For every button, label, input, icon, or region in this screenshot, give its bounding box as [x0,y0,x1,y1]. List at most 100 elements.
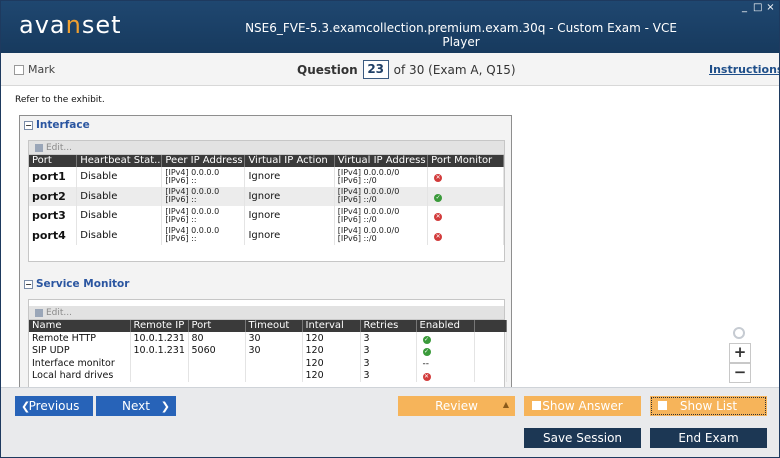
table-row[interactable]: port4 Disable [IPv4] 0.0.0.0 [IPv6] :: Ig… [29,225,504,245]
previous-button[interactable]: ❮ Previous [15,396,93,416]
table-row[interactable]: Local hard drives 120 3 ✕ [29,369,507,382]
question-info: Question 23 of 30 (Exam A, Q15) [297,60,516,79]
vip-ipv6: [IPv6] ::/0 [337,234,377,244]
mark-checkbox-box[interactable] [14,64,24,75]
column-header[interactable]: Remote IP [130,320,189,332]
column-header[interactable]: Heartbeat Stat... [76,155,163,167]
next-button[interactable]: Next ❯ [96,396,176,416]
maximize-icon[interactable]: □ [753,3,762,13]
service-timeout [245,357,303,370]
disabled-icon: ✕ [434,213,443,222]
service-monitor-edit-button[interactable]: Edit... [29,306,504,320]
column-header[interactable]: Virtual IP Address [334,155,429,167]
blank-cell [474,357,507,370]
question-content: Refer to the exhibit. − Interface Edit..… [1,87,779,393]
review-button[interactable]: Review ▲ [398,396,515,416]
column-header[interactable]: Port [188,320,246,332]
collapse-icon[interactable]: − [24,279,33,289]
vip-action: Ignore [244,167,335,187]
peer-ipv6: [IPv6] :: [165,214,197,224]
zoom-out-button[interactable]: − [729,363,751,383]
port-monitor: ✓ [427,186,504,206]
service-port: 80 [188,332,246,345]
port-name: port1 [29,167,78,187]
question-number-input[interactable]: 23 [362,60,389,79]
vip-action: Ignore [244,186,335,206]
port-monitor: ✕ [427,206,504,226]
interface-panel: Edit... Port Heartbeat Stat... Peer IP A… [28,140,505,262]
column-header[interactable]: Name [29,320,131,332]
show-answer-checkbox[interactable] [532,401,541,410]
edit-icon [35,308,43,317]
column-header[interactable]: Port [29,155,78,167]
service-interval: 120 [302,344,361,357]
end-exam-button[interactable]: End Exam [650,428,767,448]
magnifier-icon [733,327,745,339]
service-interval: 120 [302,357,361,370]
table-row[interactable]: Interface monitor 120 3 -- [29,357,507,370]
peer-ipv6: [IPv6] :: [165,195,197,205]
show-list-button[interactable]: Show List [650,396,767,416]
next-label: Next [122,399,150,413]
column-header-blank [474,320,507,332]
enabled-dash: -- [422,358,430,369]
column-header[interactable]: Timeout [245,320,303,332]
save-session-button[interactable]: Save Session [524,428,641,448]
show-list-checkbox[interactable] [658,401,667,410]
service-name: Local hard drives [29,369,131,382]
table-row[interactable]: SIP UDP 10.0.1.231 5060 30 120 3 ✓ [29,344,507,357]
close-icon[interactable]: × [766,3,775,13]
column-header[interactable]: Virtual IP Action [244,155,335,167]
blank-cell [474,332,507,345]
triangle-up-icon: ▲ [502,400,509,409]
interface-edit-button[interactable]: Edit... [29,141,504,155]
heartbeat-status: Disable [76,225,163,245]
column-header[interactable]: Port Monitor [427,155,504,167]
logo-part-3: set [81,11,122,39]
table-row[interactable]: Remote HTTP 10.0.1.231 80 30 120 3 ✓ [29,332,507,345]
disabled-icon: ✕ [422,373,431,382]
heartbeat-status: Disable [76,167,163,187]
service-name: Remote HTTP [29,332,131,345]
question-suffix: of 30 (Exam A, Q15) [393,62,516,77]
column-header[interactable]: Enabled [416,320,475,332]
interface-section-header[interactable]: − Interface [24,119,90,131]
minimize-icon[interactable]: _ [740,3,749,13]
instructions-link[interactable]: Instructions [709,63,779,76]
heartbeat-status: Disable [76,186,163,206]
interface-edit-label: Edit... [46,142,73,153]
zoom-in-button[interactable]: + [729,343,751,363]
table-row[interactable]: port1 Disable [IPv4] 0.0.0.0 [IPv6] :: Ig… [29,167,504,187]
port-monitor: ✕ [427,225,504,245]
avanset-logo: avanset [19,11,122,39]
show-answer-label: Show Answer [542,399,623,413]
service-port: 5060 [188,344,246,357]
vip-ipv6: [IPv6] ::/0 [337,214,377,224]
vce-player-window: avanset NSE6_FVE-5.3.examcollection.prem… [0,0,780,458]
column-header[interactable]: Peer IP Address [161,155,246,167]
peer-ipv6: [IPv6] :: [165,234,197,244]
service-port [188,357,246,370]
column-header[interactable]: Retries [360,320,417,332]
remote-ip [130,357,189,370]
service-monitor-section-header[interactable]: − Service Monitor [24,278,129,290]
table-row[interactable]: port2 Disable [IPv4] 0.0.0.0 [IPv6] :: Ig… [29,186,504,206]
service-name: Interface monitor [29,357,131,370]
service-enabled: -- [416,357,475,370]
table-row[interactable]: port3 Disable [IPv4] 0.0.0.0 [IPv6] :: Ig… [29,206,504,226]
question-bar: Mark Question 23 of 30 (Exam A, Q15) Ins… [1,53,779,86]
remote-ip: 10.0.1.231 [130,332,189,345]
enabled-check-icon: ✓ [434,193,443,202]
show-answer-button[interactable]: Show Answer [524,396,641,416]
service-name: SIP UDP [29,344,131,357]
question-label: Question [297,62,358,77]
column-header[interactable]: Interval [302,320,361,332]
collapse-icon[interactable]: − [24,120,33,130]
blank-cell [474,344,507,357]
service-enabled: ✓ [416,332,475,345]
port-name: port4 [29,225,78,245]
mark-checkbox[interactable]: Mark [14,63,55,76]
vip-action: Ignore [244,206,335,226]
question-prompt: Refer to the exhibit. [15,95,105,105]
service-port [188,369,246,382]
